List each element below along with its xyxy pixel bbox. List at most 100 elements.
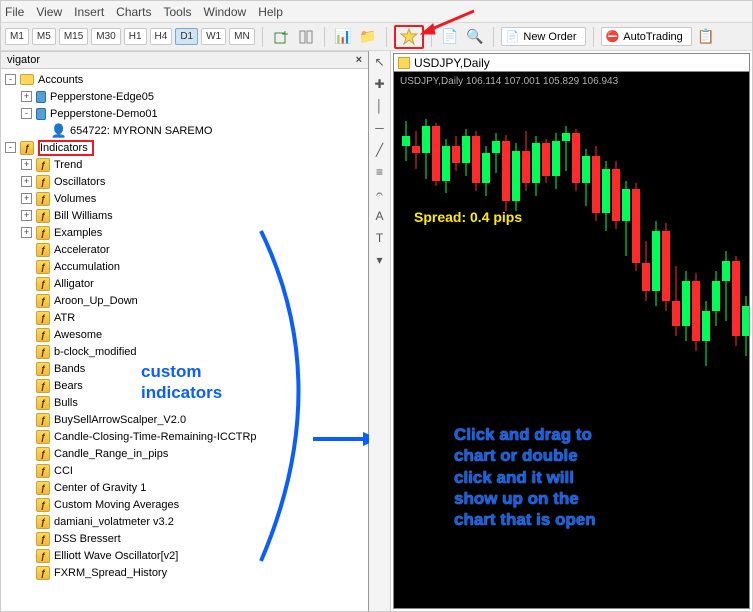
tree-custom-indicator[interactable]: ƒBuySellArrowScalper_V2.0 xyxy=(5,411,368,428)
tree-label: Trend xyxy=(54,159,82,171)
tree-custom-indicator[interactable]: ƒCCI xyxy=(5,462,368,479)
expand-toggle[interactable]: + xyxy=(21,176,32,187)
tree-label: Candle_Range_in_pips xyxy=(54,448,168,460)
cursor-tool[interactable]: ↖ xyxy=(371,53,389,71)
auto-trading-label: AutoTrading xyxy=(623,31,683,43)
tf-m5[interactable]: M5 xyxy=(32,28,56,45)
tf-m30[interactable]: M30 xyxy=(91,28,120,45)
expand-toggle[interactable]: + xyxy=(21,193,32,204)
vertical-line-tool[interactable]: │ xyxy=(371,97,389,115)
tf-d1[interactable]: D1 xyxy=(175,28,198,45)
navigator-close[interactable]: × xyxy=(356,54,362,66)
tree-custom-indicator[interactable]: ƒAwesome xyxy=(5,326,368,343)
arrows-tool[interactable]: ▾ xyxy=(371,251,389,269)
expand-toggle[interactable]: + xyxy=(21,159,32,170)
tf-w1[interactable]: W1 xyxy=(201,28,226,45)
new-order-label: New Order xyxy=(523,31,576,43)
expand-toggle[interactable]: - xyxy=(5,74,16,85)
candle xyxy=(452,91,460,608)
menu-help[interactable]: Help xyxy=(258,5,283,19)
tree-label: Bill Williams xyxy=(54,210,113,222)
tree-indicators[interactable]: -ƒIndicators xyxy=(5,139,368,156)
menu-insert[interactable]: Insert xyxy=(74,5,104,19)
candle xyxy=(722,91,730,608)
indicator-icon: ƒ xyxy=(36,158,50,172)
candle xyxy=(412,91,420,608)
market-watch-icon[interactable]: 📊 xyxy=(332,26,354,48)
chart-tab-label[interactable]: USDJPY,Daily xyxy=(414,56,490,70)
folder-icon xyxy=(20,74,34,85)
new-chart-icon[interactable] xyxy=(270,26,292,48)
tree-account[interactable]: - Pepperstone-Demo01 xyxy=(5,105,368,122)
chart-canvas[interactable]: Spread: 0.4 pips xyxy=(394,91,749,608)
tf-m15[interactable]: M15 xyxy=(59,28,88,45)
tree-label: Pepperstone-Demo01 xyxy=(50,108,158,120)
tree-custom-indicator[interactable]: ƒATR xyxy=(5,309,368,326)
new-order-button[interactable]: 📄 New Order xyxy=(501,27,586,46)
candle xyxy=(632,91,640,608)
annotation-arrow-favorites xyxy=(419,7,479,37)
tree-custom-indicator[interactable]: ƒDSS Bressert xyxy=(5,530,368,547)
auto-trading-button[interactable]: ⛔ AutoTrading xyxy=(601,27,692,46)
tree-custom-indicator[interactable]: ƒb-clock_modified xyxy=(5,343,368,360)
tf-h4[interactable]: H4 xyxy=(150,28,173,45)
menu-charts[interactable]: Charts xyxy=(116,5,151,19)
profiles-icon[interactable] xyxy=(295,26,317,48)
horizontal-line-tool[interactable]: ─ xyxy=(371,119,389,137)
navigator-tree[interactable]: -Accounts+Pepperstone-Edge05 - Pepperstone… xyxy=(1,69,368,611)
fibonacci-tool[interactable]: 𝄐 xyxy=(371,185,389,203)
expand-toggle[interactable]: - xyxy=(5,142,16,153)
candle xyxy=(542,91,550,608)
tree-custom-indicator[interactable]: ƒCandle_Range_in_pips xyxy=(5,445,368,462)
expert-list-icon[interactable]: 📋 xyxy=(695,26,717,48)
expand-toggle[interactable]: + xyxy=(21,91,32,102)
tree-custom-indicator[interactable]: ƒCenter of Gravity 1 xyxy=(5,479,368,496)
tree-custom-indicator[interactable]: ƒCandle-Closing-Time-Remaining-ICCTRp xyxy=(5,428,368,445)
tree-custom-indicator[interactable]: ƒAccelerator xyxy=(5,241,368,258)
tree-custom-indicator[interactable]: ƒElliott Wave Oscillator[v2] xyxy=(5,547,368,564)
tree-account[interactable]: +Pepperstone-Edge05 xyxy=(5,88,368,105)
candle xyxy=(402,91,410,608)
candle xyxy=(592,91,600,608)
label-tool[interactable]: T xyxy=(371,229,389,247)
tree-accounts[interactable]: -Accounts xyxy=(5,71,368,88)
tree-indicator-group[interactable]: +ƒExamples xyxy=(5,224,368,241)
tree-indicator-group[interactable]: + ƒ Trend xyxy=(5,156,368,173)
tree-label: Custom Moving Averages xyxy=(54,499,179,511)
tf-m1[interactable]: M1 xyxy=(5,28,29,45)
trendline-tool[interactable]: ╱ xyxy=(371,141,389,159)
tree-label: Accelerator xyxy=(54,244,110,256)
menu-window[interactable]: Window xyxy=(204,5,247,19)
tree-indicator-group[interactable]: +ƒOscillators xyxy=(5,173,368,190)
indicator-icon: ƒ xyxy=(36,481,50,495)
indicator-icon: ƒ xyxy=(36,549,50,563)
tree-label: Oscillators xyxy=(54,176,105,188)
candle xyxy=(742,91,749,608)
menu-tools[interactable]: Tools xyxy=(164,5,192,19)
indicator-icon: ƒ xyxy=(36,209,50,223)
text-tool[interactable]: A xyxy=(371,207,389,225)
tree-label: Candle-Closing-Time-Remaining-ICCTRp xyxy=(54,431,257,443)
tree-custom-indicator[interactable]: ƒAccumulation xyxy=(5,258,368,275)
tree-custom-indicator[interactable]: ƒCustom Moving Averages xyxy=(5,496,368,513)
tree-indicator-group[interactable]: + ƒ Bill Williams xyxy=(5,207,368,224)
chart-window[interactable]: USDJPY,Daily USDJPY,Daily 106.114 107.00… xyxy=(393,53,750,609)
tree-indicator-group[interactable]: +ƒVolumes xyxy=(5,190,368,207)
tf-h1[interactable]: H1 xyxy=(124,28,147,45)
expand-toggle[interactable]: - xyxy=(21,108,32,119)
indicator-icon: ƒ xyxy=(36,311,50,325)
tree-custom-indicator[interactable]: ƒdamiani_volatmeter v3.2 xyxy=(5,513,368,530)
nav-icon[interactable]: 📁 xyxy=(357,26,379,48)
menu-view[interactable]: View xyxy=(36,5,62,19)
channel-tool[interactable]: ≡ xyxy=(371,163,389,181)
tree-custom-indicator[interactable]: ƒFXRM_Spread_History xyxy=(5,564,368,581)
tree-user-account[interactable]: 👤654722: MYRONN SAREMO xyxy=(5,122,368,139)
expand-toggle[interactable]: + xyxy=(21,227,32,238)
tree-custom-indicator[interactable]: ƒAroon_Up_Down xyxy=(5,292,368,309)
tree-custom-indicator[interactable]: ƒAlligator xyxy=(5,275,368,292)
crosshair-tool[interactable]: ✚ xyxy=(371,75,389,93)
tree-label: damiani_volatmeter v3.2 xyxy=(54,516,174,528)
menu-file[interactable]: File xyxy=(5,5,24,19)
tf-mn[interactable]: MN xyxy=(229,28,255,45)
expand-toggle[interactable]: + xyxy=(21,210,32,221)
